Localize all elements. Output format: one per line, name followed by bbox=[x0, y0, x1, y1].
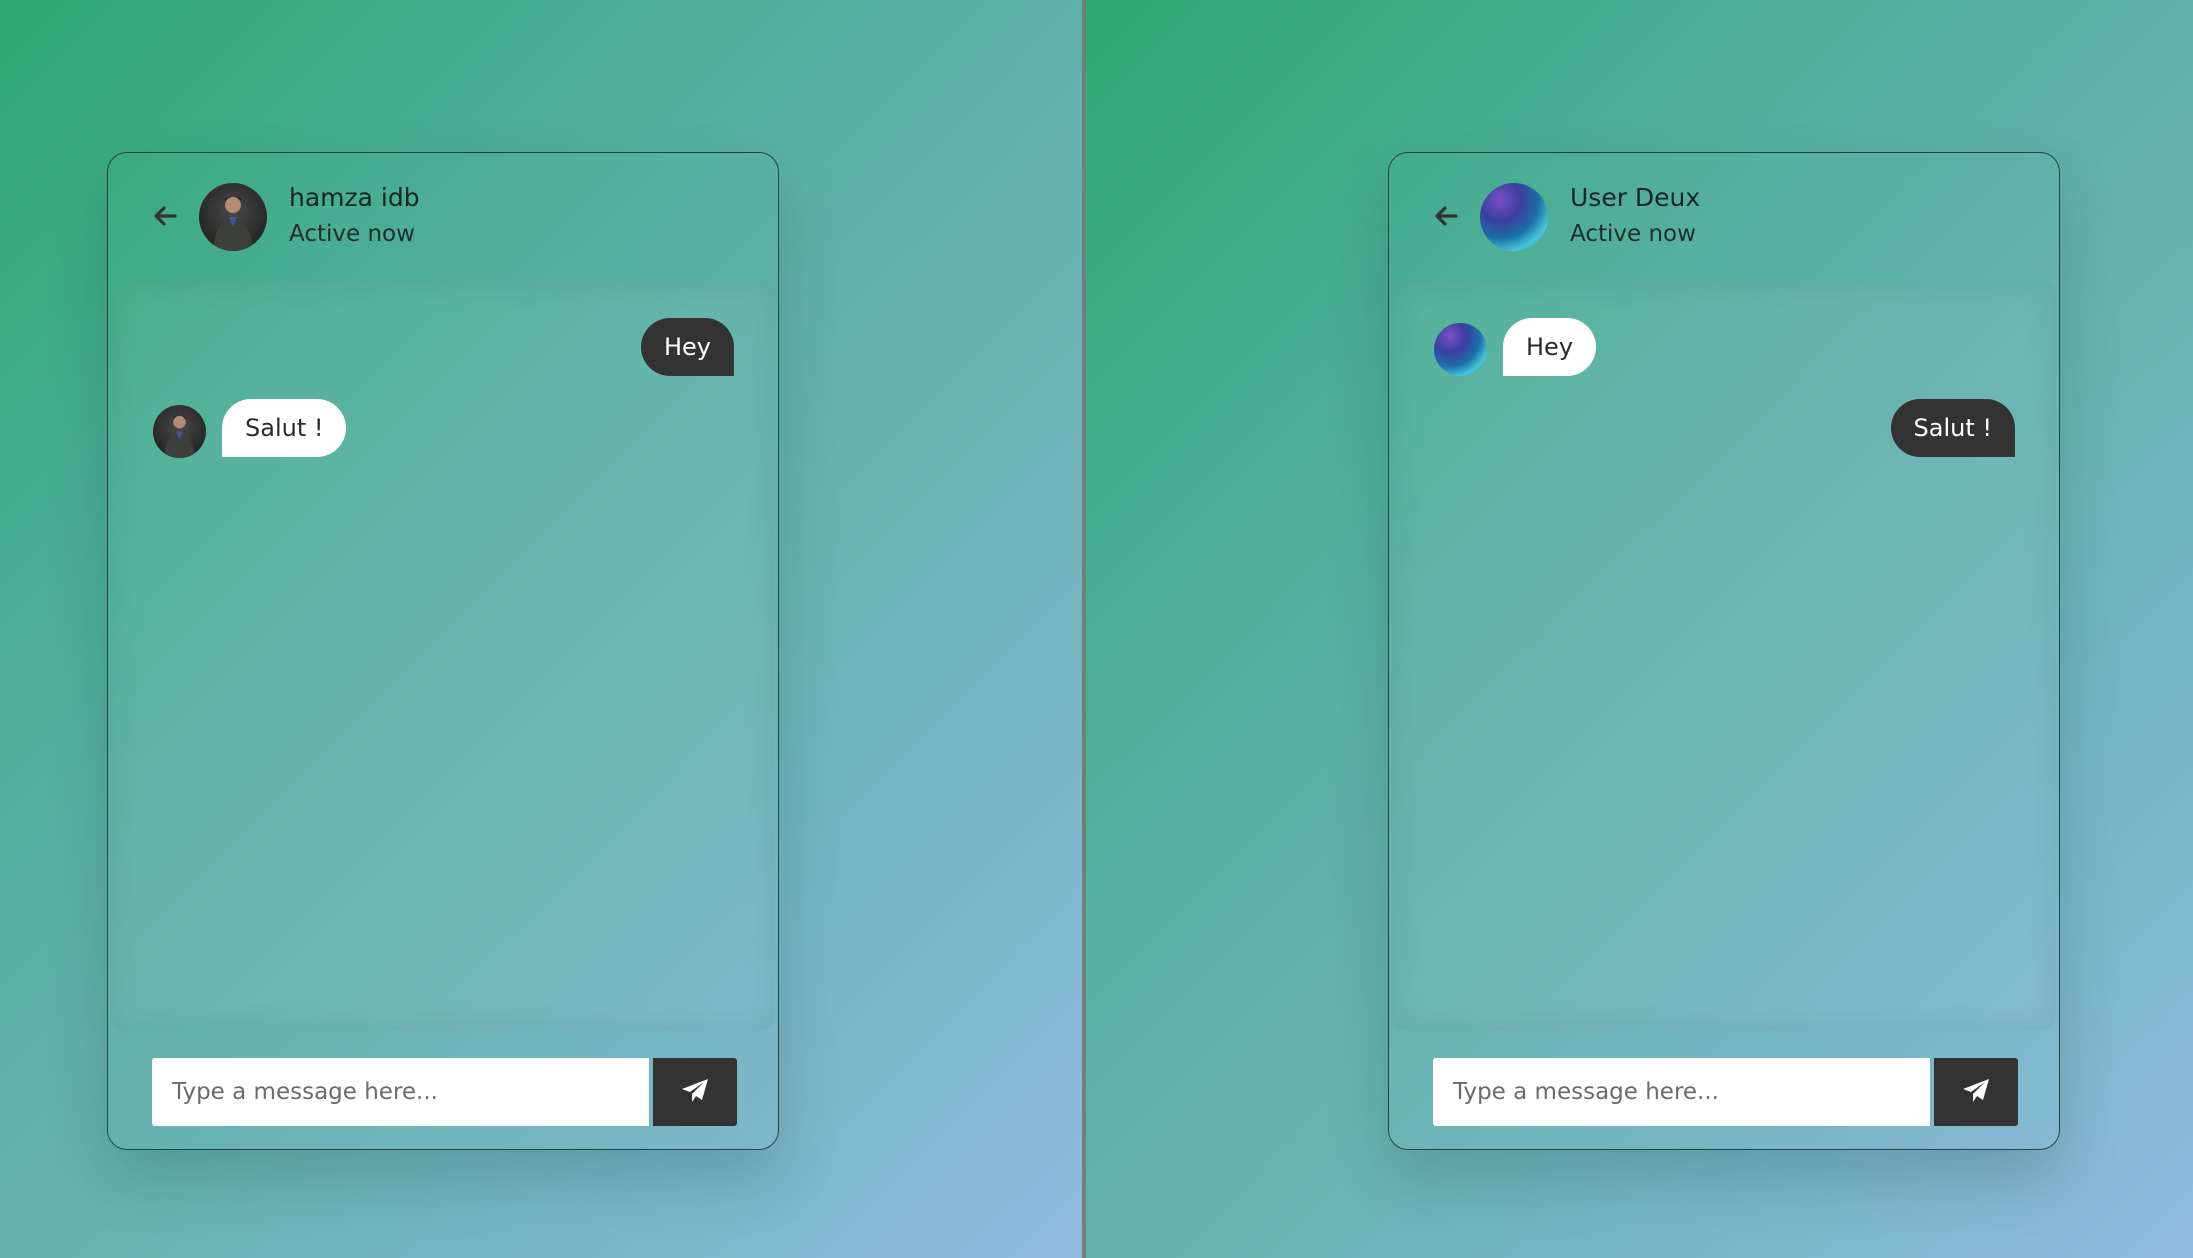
paper-plane-icon bbox=[1962, 1078, 1990, 1107]
message-list: Hey Salut ! bbox=[111, 281, 775, 1031]
message-avatar bbox=[1434, 323, 1487, 376]
left-browser-pane: hamza idb Active now Hey Salut ! bbox=[0, 0, 1082, 1258]
chat-window: hamza idb Active now Hey Salut ! bbox=[107, 152, 779, 1150]
message-input[interactable] bbox=[152, 1058, 649, 1126]
message-input[interactable] bbox=[1433, 1058, 1930, 1126]
contact-avatar bbox=[1480, 183, 1548, 251]
contact-avatar bbox=[199, 183, 267, 251]
contact-status: Active now bbox=[1570, 221, 1696, 247]
contact-name: hamza idb bbox=[289, 183, 420, 212]
chat-header: hamza idb Active now bbox=[108, 153, 778, 281]
message-list: Hey Salut ! bbox=[1392, 281, 2056, 1031]
outgoing-message: Hey bbox=[640, 318, 734, 376]
chat-window: User Deux Active now Hey Salut ! bbox=[1388, 152, 2060, 1150]
contact-status: Active now bbox=[289, 221, 415, 247]
send-button[interactable] bbox=[653, 1058, 737, 1126]
message-avatar bbox=[153, 405, 206, 458]
send-button[interactable] bbox=[1934, 1058, 2018, 1126]
chat-header: User Deux Active now bbox=[1389, 153, 2059, 281]
dual-chat-page: hamza idb Active now Hey Salut ! Type a … bbox=[0, 0, 2193, 1258]
outgoing-message: Salut ! bbox=[1890, 399, 2015, 457]
incoming-message: Salut ! bbox=[222, 399, 347, 457]
incoming-message: Hey bbox=[1503, 318, 1597, 376]
message-composer bbox=[1433, 1058, 2018, 1126]
arrow-left-icon[interactable] bbox=[1431, 201, 1461, 231]
arrow-left-icon[interactable] bbox=[150, 201, 180, 231]
contact-name: User Deux bbox=[1570, 183, 1701, 212]
right-browser-pane: User Deux Active now Hey Salut ! bbox=[1086, 0, 2193, 1258]
paper-plane-icon bbox=[681, 1078, 709, 1107]
message-composer bbox=[152, 1058, 737, 1126]
